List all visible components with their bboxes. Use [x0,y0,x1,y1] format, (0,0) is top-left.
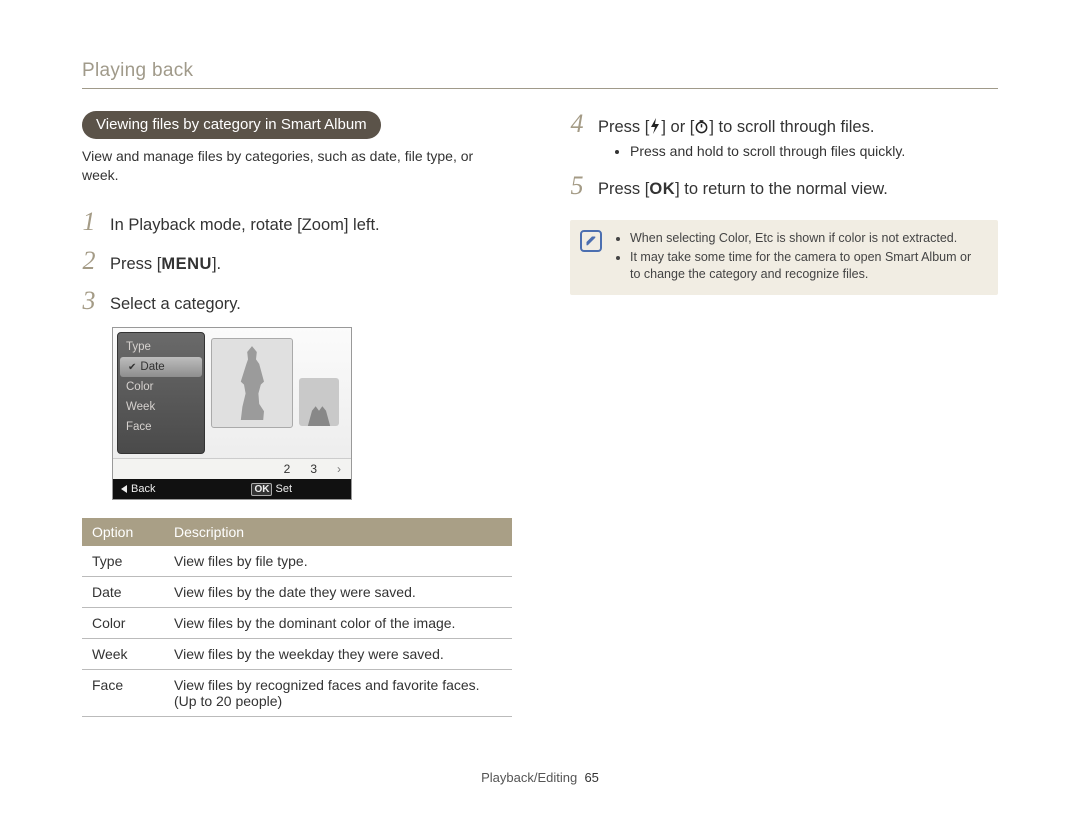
menu-item-face: Face [118,417,204,437]
step-5: 5 Press [OK] to return to the normal vie… [570,173,998,200]
table-header-option: Option [82,518,164,546]
step-text-pre: Press [ [110,255,161,273]
step-text-part: Press [ [598,180,649,198]
note-list: When selecting Color, Etc is shown if co… [614,230,984,285]
step-text-post: ]. [212,255,221,273]
cell-description: View files by the date they were saved. [164,577,512,608]
content-columns: Viewing files by category in Smart Album… [82,111,998,760]
steps-right: 4 Press [ ] or [ ] to scroll through files… [570,111,998,200]
set-label: Set [276,483,293,495]
step-text-part: Press [ [598,118,649,136]
footer-page-number: 65 [584,770,598,785]
cell-option: Color [82,608,164,639]
left-column: Viewing files by category in Smart Album… [82,111,510,760]
step-4: 4 Press [ ] or [ ] to scroll through files… [570,111,998,161]
menu-key-icon: MENU [161,255,212,273]
screenshot-body: Type ✔ Date Color Week Face [113,328,351,458]
cell-description: View files by file type. [164,546,512,577]
screenshot-footer: Back OK Set [113,479,351,499]
step-3: 3 Select a category. [82,288,510,315]
step-text: Press [] or [] to scroll through files. … [598,117,998,161]
menu-item-date: ✔ Date [120,357,202,377]
step-text-part: ] to scroll through files. [709,118,874,136]
cell-option: Week [82,639,164,670]
step-text: Press [OK] to return to the normal view. [598,179,998,200]
flash-icon [649,118,661,140]
section-intro: View and manage files by categories, suc… [82,147,510,185]
step-1: 1 In Playback mode, rotate [Zoom] left. [82,209,510,236]
ok-key-icon: OK [649,180,675,198]
options-table: Option Description TypeView files by fil… [82,518,512,717]
step-number: 5 [570,173,584,199]
cell-option: Type [82,546,164,577]
table-row: DateView files by the date they were sav… [82,577,512,608]
page-footer: Playback/Editing 65 [82,760,998,785]
right-column: 4 Press [ ] or [ ] to scroll through files… [570,111,998,760]
step-text: Select a category. [110,294,510,315]
step-number: 2 [82,248,96,274]
menu-label: Date [140,361,164,373]
menu-label: Face [126,421,152,433]
note-item: When selecting Color, Etc is shown if co… [630,230,984,247]
step-text-part: ] to return to the normal view. [675,180,888,198]
cell-option: Date [82,577,164,608]
cell-description: View files by recognized faces and favor… [164,670,512,717]
menu-item-type: Type [118,337,204,357]
menu-label: Color [126,381,153,393]
step-number: 4 [570,111,584,137]
sub-bullet-item: Press and hold to scroll through files q… [630,142,998,160]
step-text-part: ] or [ [661,118,694,136]
step-2: 2 Press [MENU]. [82,248,510,275]
step-number: 3 [82,288,96,314]
section-heading-pill: Viewing files by category in Smart Album [82,111,381,139]
step-sub-bullets: Press and hold to scroll through files q… [630,142,998,160]
table-row: FaceView files by recognized faces and f… [82,670,512,717]
table-row: WeekView files by the weekday they were … [82,639,512,670]
step-text: In Playback mode, rotate [Zoom] left. [110,215,510,236]
footer-section: Playback/Editing [481,770,577,785]
menu-label: Type [126,341,151,353]
table-row: TypeView files by file type. [82,546,512,577]
back-indicator: Back [121,483,155,495]
menu-item-week: Week [118,397,204,417]
set-indicator: OK Set [251,483,292,495]
triangle-left-icon [121,485,127,493]
ok-mini-icon: OK [251,483,272,496]
page-title: Playing back [82,60,998,89]
thumbnail-main [211,338,293,428]
back-label: Back [131,483,155,495]
menu-item-color: Color [118,377,204,397]
person-silhouette-icon [232,346,272,420]
check-icon: ✔ [128,362,136,373]
note-box: When selecting Color, Etc is shown if co… [570,220,998,295]
category-menu: Type ✔ Date Color Week Face [117,332,205,454]
camera-screenshot: Type ✔ Date Color Week Face 2 3 › [112,327,352,500]
table-row: ColorView files by the dominant color of… [82,608,512,639]
step-text: Press [MENU]. [110,254,510,275]
step-number: 1 [82,209,96,235]
people-icon [305,404,333,426]
page: Playing back Viewing files by category i… [0,0,1080,815]
cell-option: Face [82,670,164,717]
cell-description: View files by the dominant color of the … [164,608,512,639]
thumbnail-area [209,328,351,458]
pager-number: 3 [310,462,317,476]
note-icon [580,230,602,252]
menu-label: Week [126,401,155,413]
timer-icon [694,119,709,140]
pager-number: 2 [284,462,291,476]
pager-arrow-icon: › [337,462,341,476]
note-item: It may take some time for the camera to … [630,249,984,283]
thumbnail-side [299,378,339,426]
screenshot-pager: 2 3 › [113,458,351,479]
table-header-description: Description [164,518,512,546]
steps-left: 1 In Playback mode, rotate [Zoom] left. … [82,209,510,315]
cell-description: View files by the weekday they were save… [164,639,512,670]
